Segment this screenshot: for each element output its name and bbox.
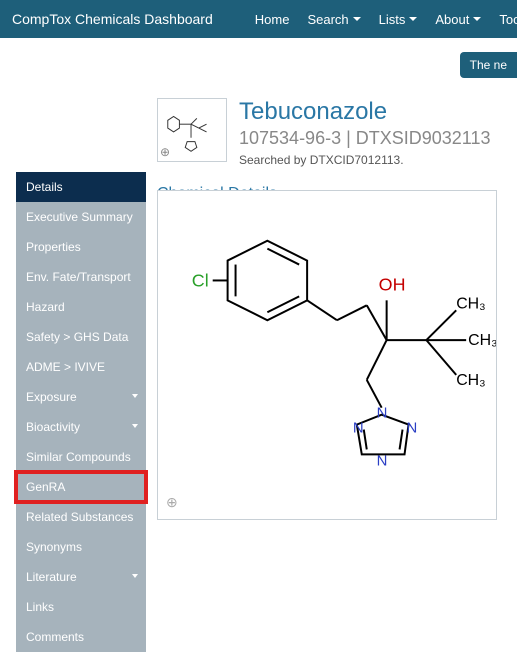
- chevron-down-icon: [353, 17, 361, 21]
- zoom-icon[interactable]: ⊕: [166, 494, 178, 511]
- sidebar-item-properties[interactable]: Properties: [16, 232, 146, 262]
- n-label: N: [377, 406, 388, 422]
- structure-thumbnail[interactable]: ⊕: [157, 98, 227, 162]
- sidebar-item-label: Executive Summary: [26, 210, 133, 224]
- ch3-label-2: CH₃: [468, 332, 496, 349]
- sidebar-item-safety-ghs-data[interactable]: Safety > GHS Data: [16, 322, 146, 352]
- sidebar-item-genra[interactable]: GenRA: [16, 472, 146, 502]
- chemical-header: ⊕ Tebuconazole 107534-96-3 | DTXSID90321…: [157, 98, 517, 167]
- chemical-name: Tebuconazole: [239, 98, 491, 126]
- sidebar-item-label: ADME > IVIVE: [26, 360, 105, 374]
- searched-by: Searched by DTXCID7012113.: [239, 153, 491, 167]
- sidebar-item-hazard[interactable]: Hazard: [16, 292, 146, 322]
- sidebar-item-synonyms[interactable]: Synonyms: [16, 532, 146, 562]
- sidebar-item-label: Properties: [26, 240, 81, 254]
- nav-search[interactable]: Search: [307, 12, 360, 27]
- nav-lists[interactable]: Lists: [379, 12, 418, 27]
- sidebar-item-exposure[interactable]: Exposure: [16, 382, 146, 412]
- sidebar-item-label: Similar Compounds: [26, 450, 131, 464]
- sidebar-item-label: Literature: [26, 570, 77, 584]
- sidebar-item-adme-ivive[interactable]: ADME > IVIVE: [16, 352, 146, 382]
- nav-home[interactable]: Home: [255, 12, 290, 27]
- sidebar-item-label: Bioactivity: [26, 420, 80, 434]
- sidebar-item-similar-compounds[interactable]: Similar Compounds: [16, 442, 146, 472]
- zoom-icon[interactable]: ⊕: [160, 145, 170, 159]
- sidebar-item-comments[interactable]: Comments: [16, 622, 146, 652]
- ch3-label-3: CH₃: [456, 372, 485, 389]
- sidebar-item-label: Hazard: [26, 300, 65, 314]
- sidebar-item-label: GenRA: [26, 480, 65, 494]
- structure-panel: Cl OH CH₃ CH₃ CH₃ N N N N ⊕: [157, 190, 497, 520]
- ch3-label-1: CH₃: [456, 295, 485, 312]
- sidebar-item-label: Env. Fate/Transport: [26, 270, 131, 284]
- sidebar-item-label: Comments: [26, 630, 84, 644]
- sidebar-item-links[interactable]: Links: [16, 592, 146, 622]
- n-label: N: [353, 421, 364, 437]
- sidebar-item-env-fate-transport[interactable]: Env. Fate/Transport: [16, 262, 146, 292]
- nav-tools[interactable]: Tools: [499, 12, 517, 27]
- nav-about[interactable]: About: [435, 12, 481, 27]
- sidebar-item-label: Related Substances: [26, 510, 133, 524]
- sidebar-item-label: Exposure: [26, 390, 77, 404]
- sidebar-item-details[interactable]: Details: [16, 172, 146, 202]
- chevron-down-icon: [132, 424, 138, 428]
- n-label: N: [407, 421, 418, 437]
- sidebar-item-executive-summary[interactable]: Executive Summary: [16, 202, 146, 232]
- n-label: N: [377, 453, 388, 469]
- navbar: CompTox Chemicals Dashboard Home Search …: [0, 0, 517, 38]
- news-pill[interactable]: The ne: [460, 52, 517, 78]
- sidebar-item-bioactivity[interactable]: Bioactivity: [16, 412, 146, 442]
- chevron-down-icon: [409, 17, 417, 21]
- sidebar-item-label: Links: [26, 600, 54, 614]
- brand[interactable]: CompTox Chemicals Dashboard: [12, 11, 213, 27]
- chevron-down-icon: [132, 574, 138, 578]
- cl-label: Cl: [192, 270, 209, 290]
- oh-label: OH: [379, 274, 406, 294]
- sidebar-item-label: Safety > GHS Data: [26, 330, 128, 344]
- chevron-down-icon: [473, 17, 481, 21]
- sidebar-item-literature[interactable]: Literature: [16, 562, 146, 592]
- chevron-down-icon: [132, 394, 138, 398]
- sidebar: Details Executive Summary Properties Env. F…: [16, 172, 146, 652]
- sidebar-item-label: Details: [26, 180, 63, 194]
- title-block: Tebuconazole 107534-96-3 | DTXSID9032113…: [239, 98, 491, 167]
- sidebar-item-related-substances[interactable]: Related Substances: [16, 502, 146, 532]
- sidebar-item-label: Synonyms: [26, 540, 82, 554]
- chemical-ids: 107534-96-3 | DTXSID9032113: [239, 128, 491, 149]
